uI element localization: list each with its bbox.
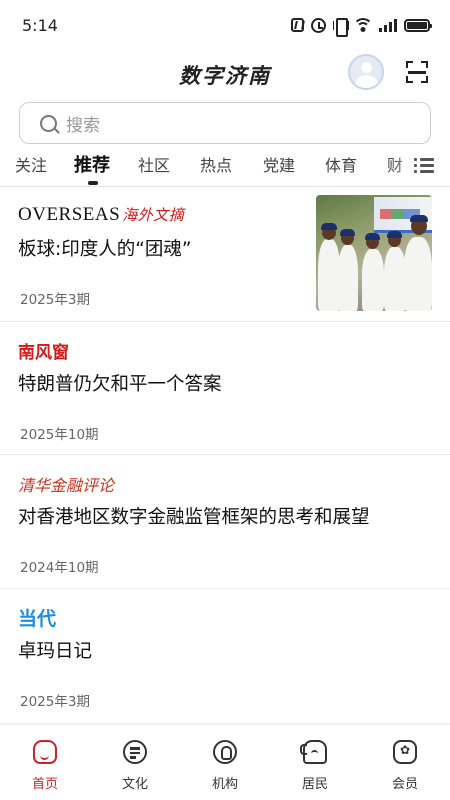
- organization-icon: [213, 740, 237, 764]
- status-icons: [291, 17, 432, 37]
- article-thumbnail: [316, 195, 432, 311]
- vibrate-icon: [333, 17, 349, 37]
- app-header: 数字济南: [0, 50, 450, 96]
- scan-icon[interactable]: [406, 61, 428, 83]
- signal-icon: [379, 18, 397, 32]
- category-tabs: 关注 推荐 社区 热点 党建 体育 财: [0, 146, 450, 186]
- battery-icon: [404, 18, 432, 32]
- tab-community[interactable]: 社区: [138, 152, 170, 176]
- article-item[interactable]: 清华金融评论 对香港地区数字金融监管框架的思考和展望 2024年10期: [0, 455, 450, 589]
- resident-icon: [300, 740, 327, 764]
- nav-resident[interactable]: 居民: [270, 725, 360, 800]
- alarm-icon: [311, 17, 326, 33]
- article-title: 对香港地区数字金融监管框架的思考和展望: [18, 507, 370, 528]
- tab-menu-icon[interactable]: [412, 155, 436, 175]
- search-input[interactable]: 搜索: [19, 102, 431, 144]
- tab-party[interactable]: 党建: [263, 152, 295, 176]
- article-item[interactable]: OVERSEAS 海外文摘 板球:印度人的“团魂” 2025年3期: [0, 187, 450, 322]
- article-source: 南风窗: [18, 343, 69, 363]
- article-source: 当代: [18, 608, 57, 630]
- culture-icon: [123, 740, 147, 764]
- home-icon: [33, 740, 57, 764]
- nav-label: 会员: [391, 777, 418, 792]
- search-icon: [40, 114, 57, 132]
- status-time: 5:14: [22, 15, 58, 35]
- article-title: 卓玛日记: [18, 641, 93, 662]
- wifi-icon: [354, 18, 372, 32]
- nav-home[interactable]: 首页: [0, 725, 90, 800]
- article-item[interactable]: 当代 卓玛日记 2025年3期: [0, 589, 450, 724]
- nav-member[interactable]: 会员: [360, 725, 450, 800]
- member-icon: [393, 740, 417, 764]
- search-placeholder: 搜索: [66, 115, 100, 136]
- article-item[interactable]: 南风窗 特朗普仍欠和平一个答案 2025年10期: [0, 322, 450, 455]
- article-date: 2025年10期: [20, 427, 99, 443]
- nav-label: 首页: [31, 777, 58, 792]
- nfc-icon: [291, 18, 304, 32]
- article-source: OVERSEAS 海外文摘: [18, 204, 185, 225]
- article-date: 2025年3期: [20, 292, 90, 308]
- tab-sports[interactable]: 体育: [325, 152, 357, 176]
- bottom-nav: 首页 文化 机构 居民 会员: [0, 724, 450, 800]
- article-title: 特朗普仍欠和平一个答案: [18, 374, 222, 395]
- article-source: 清华金融评论: [18, 476, 115, 495]
- article-date: 2024年10期: [20, 560, 99, 576]
- tab-hot[interactable]: 热点: [200, 152, 232, 176]
- nav-culture[interactable]: 文化: [90, 725, 180, 800]
- active-tab-indicator: [88, 181, 98, 185]
- article-date: 2025年3期: [20, 694, 90, 710]
- nav-label: 文化: [121, 777, 148, 792]
- nav-label: 居民: [301, 777, 328, 792]
- article-title: 板球:印度人的“团魂”: [18, 239, 192, 260]
- status-bar: 5:14: [0, 0, 450, 50]
- nav-organization[interactable]: 机构: [180, 725, 270, 800]
- nav-label: 机构: [211, 777, 238, 792]
- tab-recommended[interactable]: 推荐: [74, 151, 110, 177]
- avatar[interactable]: [348, 54, 384, 90]
- tab-follow[interactable]: 关注: [15, 152, 47, 176]
